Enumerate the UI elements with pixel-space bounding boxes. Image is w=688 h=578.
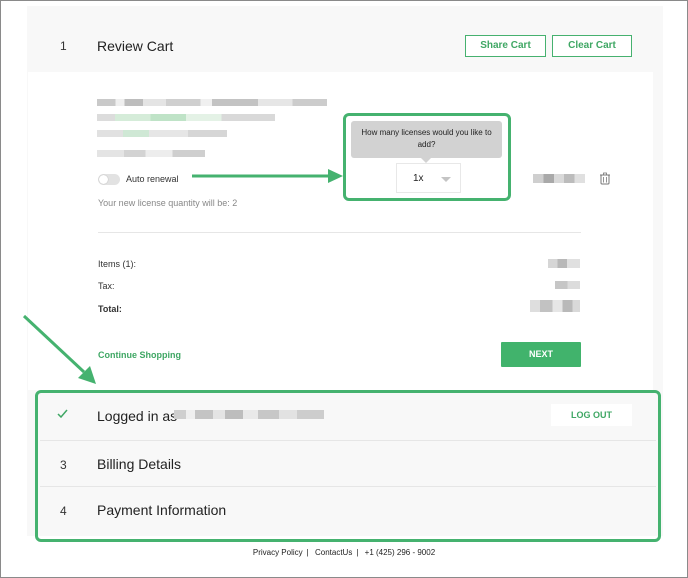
redacted-tax-amount: [555, 281, 580, 289]
clear-cart-button[interactable]: Clear Cart: [552, 35, 632, 57]
redacted-product-sku: [97, 130, 227, 137]
review-cart-title: Review Cart: [97, 38, 174, 54]
quantity-highlight-box: [343, 113, 511, 201]
step-number-review: 1: [60, 39, 67, 53]
auto-renewal-label: Auto renewal: [126, 174, 179, 184]
total-label: Total:: [98, 304, 122, 314]
redacted-item-price: [533, 174, 585, 183]
redacted-total-amount: [530, 300, 580, 312]
auto-renewal-toggle[interactable]: [98, 174, 120, 185]
redacted-product-detail: [97, 114, 275, 121]
redacted-product-name: [97, 99, 327, 106]
phone-number: +1 (425) 296 - 9002: [364, 548, 436, 557]
next-button[interactable]: NEXT: [501, 342, 581, 367]
footer-separator: |: [356, 548, 359, 557]
redacted-items-amount: [548, 259, 580, 268]
privacy-policy-link[interactable]: Privacy Policy: [253, 548, 303, 557]
footer: Privacy Policy | ContactUs | +1 (425) 296 …: [0, 548, 688, 557]
annotation-arrow-right: [192, 169, 343, 183]
steps-highlight-box: [35, 390, 661, 542]
contact-us-link[interactable]: ContactUs: [315, 548, 352, 557]
footer-separator: |: [306, 548, 309, 557]
continue-shopping-link[interactable]: Continue Shopping: [98, 350, 181, 360]
redacted-product-meta: [97, 150, 205, 157]
share-cart-button[interactable]: Share Cart: [465, 35, 546, 57]
trash-icon[interactable]: [599, 172, 611, 185]
annotation-arrow-diagonal: [22, 314, 96, 384]
items-label: Items (1):: [98, 259, 137, 269]
summary-divider: [98, 232, 581, 233]
tax-label: Tax:: [98, 281, 115, 291]
license-quantity-note: Your new license quantity will be: 2: [98, 198, 238, 208]
